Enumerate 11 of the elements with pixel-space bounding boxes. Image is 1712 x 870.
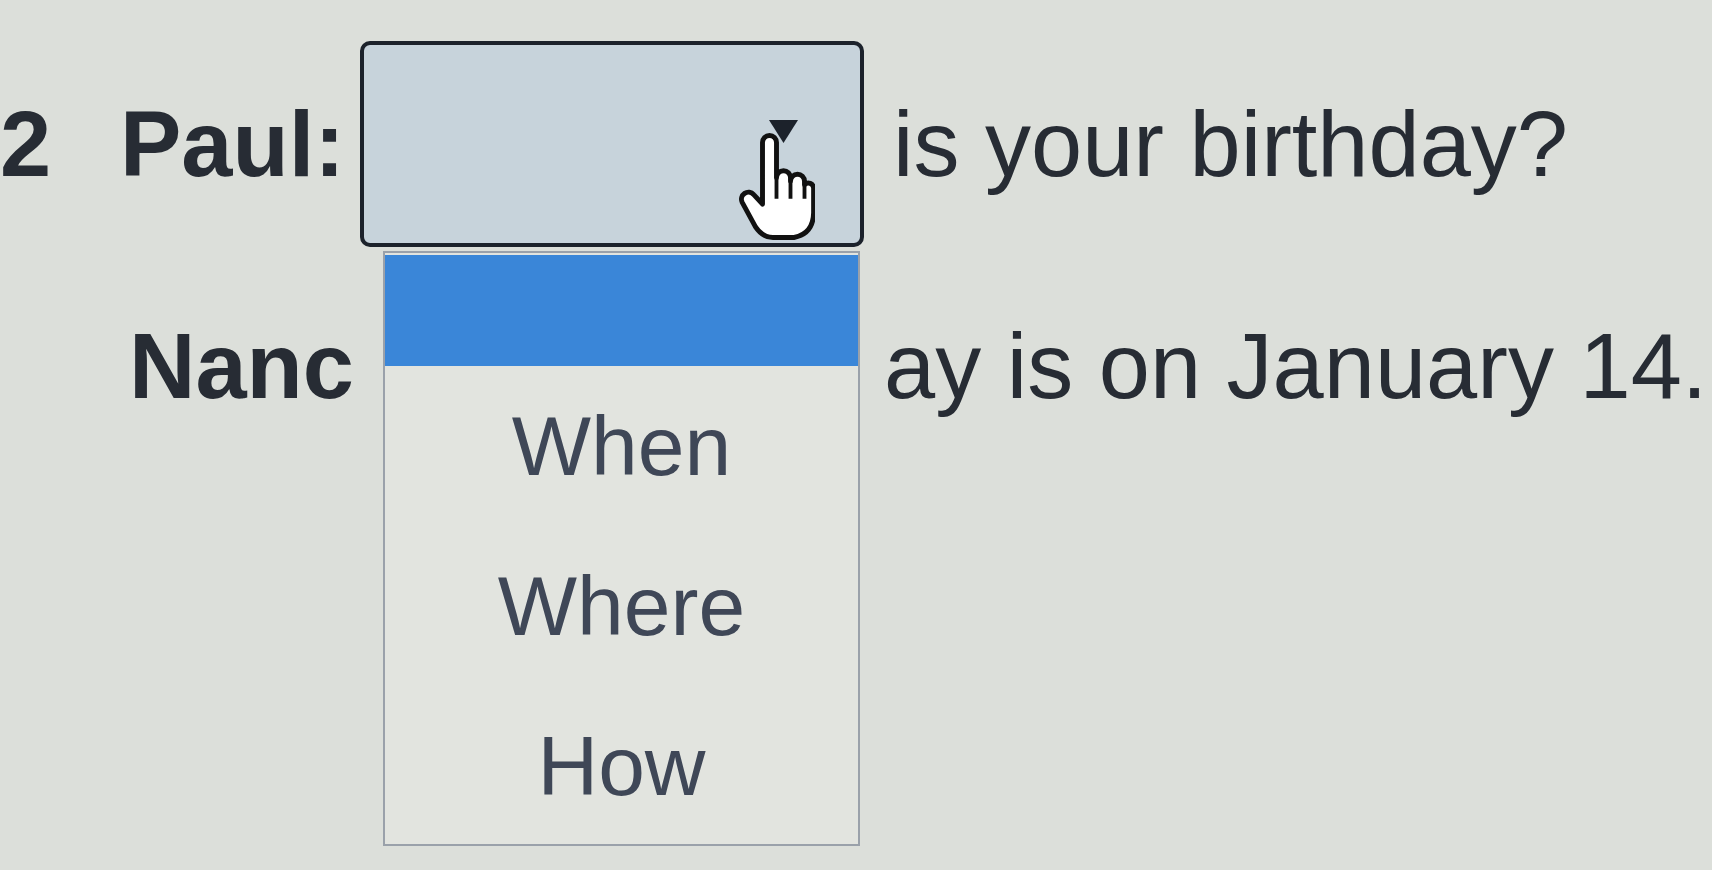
- dropdown-option[interactable]: Where: [385, 526, 858, 686]
- dropdown-option[interactable]: How: [385, 686, 858, 846]
- question-text: is your birthday?: [893, 91, 1568, 197]
- answer-dropdown[interactable]: [360, 41, 864, 247]
- hand-cursor-icon: [738, 132, 815, 241]
- question-number: 2: [0, 91, 52, 197]
- dropdown-option[interactable]: When: [385, 366, 858, 526]
- speaker-name: Paul:: [120, 91, 345, 197]
- speaker-name: Nanc: [129, 313, 354, 419]
- answer-text: ay is on January 14.: [884, 313, 1708, 419]
- caret-icon: [769, 119, 798, 143]
